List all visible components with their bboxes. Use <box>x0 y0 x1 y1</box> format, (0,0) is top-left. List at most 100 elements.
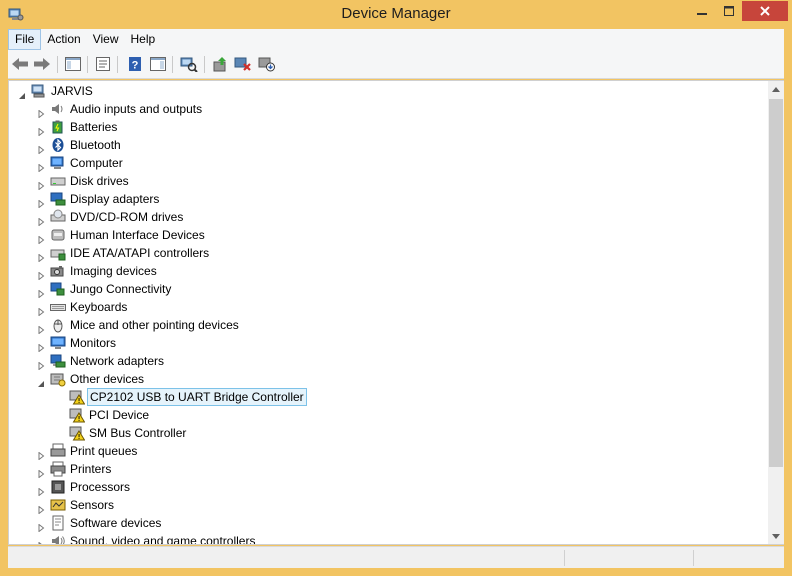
collapsed-arrow-icon[interactable] <box>37 267 45 281</box>
tree-item-label: PCI Device <box>89 408 150 422</box>
disable-device-button[interactable] <box>257 55 277 73</box>
tree-item-label: Network adapters <box>70 354 165 368</box>
menu-file[interactable]: File <box>8 29 42 50</box>
minimize-button[interactable] <box>688 1 716 21</box>
collapsed-arrow-icon[interactable] <box>37 141 45 155</box>
collapsed-arrow-icon[interactable] <box>37 231 45 245</box>
show-hide-console-tree-button[interactable] <box>63 55 83 73</box>
collapsed-arrow-icon[interactable] <box>37 285 45 299</box>
tree-category-imaging-devices[interactable]: Imaging devices <box>9 262 767 281</box>
tree-category-mice-and-other-pointing-devices[interactable]: Mice and other pointing devices <box>9 316 767 335</box>
print-queue-icon <box>50 443 66 459</box>
tree-category-processors[interactable]: Processors <box>9 478 767 497</box>
chevron-down-icon <box>772 533 780 539</box>
maximize-button[interactable] <box>716 1 742 21</box>
tree-item-label: Monitors <box>70 336 117 350</box>
svg-text:?: ? <box>132 60 139 72</box>
scan-hardware-button[interactable] <box>179 55 199 73</box>
title-bar[interactable]: Device Manager <box>0 0 792 29</box>
tree-category-human-interface-devices[interactable]: Human Interface Devices <box>9 226 767 245</box>
tree-item-label: Printers <box>70 462 112 476</box>
tree-item-label: Bluetooth <box>70 138 121 152</box>
software-device-icon <box>50 515 66 531</box>
sound-icon <box>50 533 66 544</box>
collapsed-arrow-icon[interactable] <box>37 177 45 191</box>
collapsed-arrow-icon[interactable] <box>37 537 45 544</box>
scroll-up-button[interactable] <box>768 81 784 97</box>
expanded-arrow-icon[interactable] <box>37 375 45 387</box>
toolbar-separator <box>172 56 173 73</box>
expanded-arrow-icon[interactable] <box>18 87 26 99</box>
tree-category-batteries[interactable]: Batteries <box>9 118 767 137</box>
help-button[interactable]: ? <box>125 55 145 73</box>
action-pane-button[interactable] <box>148 55 168 73</box>
tree-category-network-adapters[interactable]: Network adapters <box>9 352 767 371</box>
monitor-icon <box>50 335 66 351</box>
tree-category-software-devices[interactable]: Software devices <box>9 514 767 533</box>
forward-button[interactable] <box>32 55 52 73</box>
action-pane-icon <box>150 57 166 71</box>
printer-icon <box>50 461 66 477</box>
update-driver-button[interactable] <box>211 55 231 73</box>
tree-category-sensors[interactable]: Sensors <box>9 496 767 515</box>
collapsed-arrow-icon[interactable] <box>37 249 45 263</box>
collapsed-arrow-icon[interactable] <box>37 501 45 515</box>
tree-category-display-adapters[interactable]: Display adapters <box>9 190 767 209</box>
computer-icon <box>50 155 66 171</box>
tree-category-printers[interactable]: Printers <box>9 460 767 479</box>
collapsed-arrow-icon[interactable] <box>37 105 45 119</box>
collapsed-arrow-icon[interactable] <box>37 213 45 227</box>
menu-help[interactable]: Help <box>125 29 162 50</box>
uninstall-device-button[interactable] <box>233 55 253 73</box>
tree-category-audio-inputs-and-outputs[interactable]: Audio inputs and outputs <box>9 100 767 119</box>
collapsed-arrow-icon[interactable] <box>37 357 45 371</box>
tree-category-print-queues[interactable]: Print queues <box>9 442 767 461</box>
collapsed-arrow-icon[interactable] <box>37 519 45 533</box>
properties-icon <box>96 57 110 71</box>
tree-category-ide-ata-atapi-controllers[interactable]: IDE ATA/ATAPI controllers <box>9 244 767 263</box>
tree-item-label: CP2102 USB to UART Bridge Controller <box>87 388 307 406</box>
collapsed-arrow-icon[interactable] <box>37 465 45 479</box>
network-icon <box>50 353 66 369</box>
tree-category-dvd-cd-rom-drives[interactable]: DVD/CD-ROM drives <box>9 208 767 227</box>
scroll-down-button[interactable] <box>768 528 784 544</box>
tree-category-sound-video-and-game-controllers[interactable]: Sound, video and game controllers <box>9 532 767 544</box>
tree-category-monitors[interactable]: Monitors <box>9 334 767 353</box>
tree-item-label: Audio inputs and outputs <box>70 102 203 116</box>
warning-device-icon <box>69 389 86 405</box>
collapsed-arrow-icon[interactable] <box>37 339 45 353</box>
maximize-icon <box>724 6 734 16</box>
minimize-icon <box>697 13 707 15</box>
collapsed-arrow-icon[interactable] <box>37 321 45 335</box>
toolbar-separator <box>117 56 118 73</box>
tree-category-bluetooth[interactable]: Bluetooth <box>9 136 767 155</box>
menu-view[interactable]: View <box>87 29 125 50</box>
collapsed-arrow-icon[interactable] <box>37 195 45 209</box>
properties-button[interactable] <box>93 55 113 73</box>
tree-category-disk-drives[interactable]: Disk drives <box>9 172 767 191</box>
scroll-thumb[interactable] <box>769 99 783 467</box>
vertical-scrollbar[interactable] <box>768 81 784 544</box>
tree-item-label: IDE ATA/ATAPI controllers <box>70 246 210 260</box>
device-tree[interactable]: JARVIS Audio inputs and outputs Batteries B… <box>8 80 784 545</box>
tree-device-sm-bus-controller[interactable]: SM Bus Controller <box>9 424 767 442</box>
tree-category-computer[interactable]: Computer <box>9 154 767 173</box>
collapsed-arrow-icon[interactable] <box>37 483 45 497</box>
tree-category-other-devices[interactable]: Other devices <box>9 370 767 388</box>
tree-device-cp2102-usb-to-uart-bridge-controller[interactable]: CP2102 USB to UART Bridge Controller <box>9 388 767 406</box>
close-button[interactable] <box>742 1 788 21</box>
tree-category-keyboards[interactable]: Keyboards <box>9 298 767 317</box>
collapsed-arrow-icon[interactable] <box>37 303 45 317</box>
collapsed-arrow-icon[interactable] <box>37 159 45 173</box>
menu-action[interactable]: Action <box>41 29 86 50</box>
tree-category-jungo-connectivity[interactable]: Jungo Connectivity <box>9 280 767 299</box>
battery-icon <box>50 119 66 135</box>
collapsed-arrow-icon[interactable] <box>37 123 45 137</box>
back-button[interactable] <box>10 55 30 73</box>
toolbar-separator <box>204 56 205 73</box>
tree-device-pci-device[interactable]: PCI Device <box>9 406 767 424</box>
tree-root-jarvis[interactable]: JARVIS <box>9 82 767 100</box>
tree-item-label: Mice and other pointing devices <box>70 318 239 332</box>
tree-item-label: Processors <box>70 480 131 494</box>
collapsed-arrow-icon[interactable] <box>37 447 45 461</box>
